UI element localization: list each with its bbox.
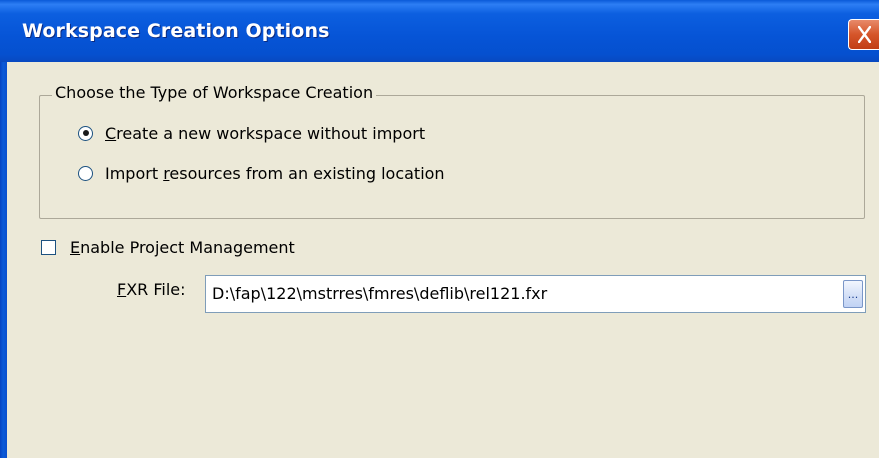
creation-type-legend: Choose the Type of Workspace Creation bbox=[52, 83, 377, 102]
checkbox-label: Enable Project Management bbox=[70, 237, 295, 257]
radio-label-import: Import resources from an existing locati… bbox=[105, 163, 445, 183]
radio-selected-dot bbox=[82, 130, 89, 136]
dialog-window: Workspace Creation Options Choose the Ty… bbox=[0, 0, 879, 458]
dialog-title: Workspace Creation Options bbox=[22, 20, 330, 42]
checkbox[interactable] bbox=[41, 239, 56, 255]
fxr-file-label: FXR File: bbox=[117, 280, 186, 299]
radio-create-new-workspace[interactable]: Create a new workspace without import bbox=[78, 121, 425, 145]
fxr-file-input[interactable]: D:\fap\122\mstrres\fmres\deflib\rel121.f… bbox=[205, 275, 866, 313]
radio-label-create-new: Create a new workspace without import bbox=[105, 123, 426, 143]
browse-button[interactable]: ... bbox=[843, 280, 863, 308]
close-icon bbox=[858, 26, 871, 43]
window-frame-left bbox=[0, 62, 7, 458]
creation-type-group bbox=[39, 95, 865, 219]
radio-button[interactable] bbox=[78, 165, 93, 181]
radio-button[interactable] bbox=[78, 125, 93, 141]
close-button[interactable] bbox=[848, 19, 879, 50]
title-bar[interactable]: Workspace Creation Options bbox=[0, 0, 879, 62]
enable-project-management-checkbox[interactable]: Enable Project Management bbox=[41, 236, 295, 258]
fxr-file-value: D:\fap\122\mstrres\fmres\deflib\rel121.f… bbox=[212, 284, 548, 303]
radio-import-resources[interactable]: Import resources from an existing locati… bbox=[78, 161, 445, 185]
